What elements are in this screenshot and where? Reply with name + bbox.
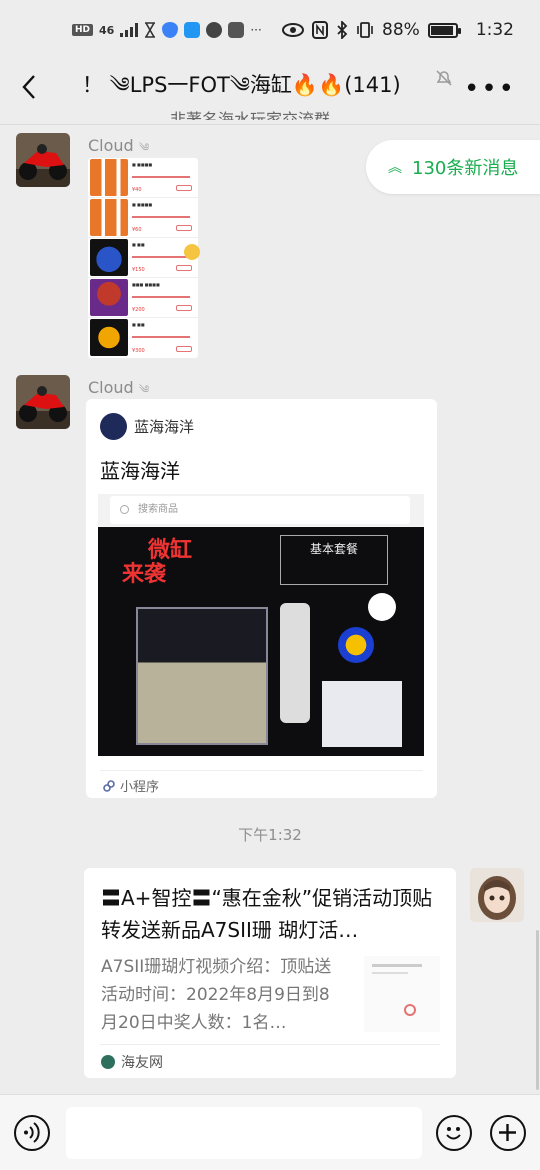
mini-program-source: 蓝海海洋	[134, 418, 195, 436]
mini-program-logo-icon	[100, 413, 127, 440]
more-notifications-icon: ···	[250, 23, 262, 37]
header-divider	[0, 124, 540, 125]
status-right: 88% 1:32	[282, 20, 514, 40]
mute-bell-icon	[436, 70, 452, 86]
back-arrow-icon[interactable]	[16, 70, 44, 104]
link-thumbnail	[364, 956, 440, 1032]
scrollbar[interactable]	[536, 930, 539, 1090]
clownfish-image	[90, 199, 128, 236]
my-avatar[interactable]	[470, 868, 524, 922]
group-notice[interactable]: 非著名海水玩家交流群	[170, 106, 380, 120]
mini-program-icon	[103, 779, 115, 792]
input-bar	[0, 1094, 540, 1170]
product-row: ■ ■■ ¥150	[88, 238, 198, 278]
search-input: 搜索商品	[110, 496, 410, 524]
voice-icon	[24, 1122, 40, 1143]
product-row: ■ ■■■■ ¥60	[88, 198, 198, 238]
compass-app-icon	[206, 22, 223, 38]
clock: 1:32	[475, 20, 514, 40]
eye-icon	[282, 23, 305, 37]
logo-badge	[368, 593, 396, 621]
more-options-icon[interactable]: •••	[464, 76, 516, 102]
link-title: 〓A+智控〓“惠在金秋”促销活动顶贴转发送新品A7SII珊 瑚灯活…	[101, 886, 433, 942]
avatar[interactable]	[16, 375, 70, 429]
emoji-button[interactable]	[436, 1115, 472, 1151]
wave-icon: ༄	[138, 383, 150, 396]
battery-icon	[427, 22, 461, 38]
promo-headline: 微缸 来袭	[122, 538, 193, 587]
signal-bars-icon	[120, 23, 139, 37]
motorcycle-avatar-icon	[16, 375, 70, 429]
smiley-icon	[446, 1127, 461, 1140]
shield-icon	[162, 22, 179, 38]
promo-image: 微缸 来袭 基本套餐	[98, 527, 424, 756]
product-row: ■ ■■■■ ¥40	[88, 158, 198, 198]
emoji-sticker-icon	[184, 244, 200, 260]
angelfish-image	[90, 319, 128, 356]
message-input[interactable]	[66, 1107, 422, 1159]
mini-program-card[interactable]: 蓝海海洋 蓝海海洋 搜索商品 微缸 来袭 基本套餐 小程序	[86, 399, 437, 798]
motorcycle-avatar-icon	[16, 133, 70, 187]
hd-indicator: HD	[72, 24, 94, 36]
avatar[interactable]	[16, 133, 70, 187]
cloud-app-icon	[184, 22, 201, 38]
bluetooth-icon	[337, 21, 348, 39]
doll-avatar-icon	[470, 868, 524, 922]
skimmer	[280, 603, 310, 723]
double-chevron-up-icon: ︽	[388, 160, 402, 176]
mini-program-preview: 搜索商品 微缸 来袭 基本套餐	[98, 494, 424, 756]
product-row: ■■■ ■■■■ ¥200	[88, 278, 198, 318]
voice-input-button[interactable]	[14, 1115, 50, 1151]
product-row: ■ ■■ ¥300	[88, 318, 198, 358]
hand-app-icon	[228, 22, 245, 38]
promo-panel: 基本套餐	[280, 535, 388, 585]
hourglass-icon	[145, 22, 156, 38]
link-message[interactable]: 〓A+智控〓“惠在金秋”促销活动顶贴转发送新品A7SII珊 瑚灯活… A7SII…	[84, 868, 456, 1078]
message-timestamp: 下午1:32	[238, 826, 302, 844]
vibrate-icon	[357, 22, 373, 38]
wave-icon: ༄	[138, 141, 150, 154]
salt-box	[322, 681, 402, 747]
new-messages-label: 130条新消息	[412, 158, 519, 179]
fish-figure	[338, 627, 374, 663]
source-logo-icon	[101, 1055, 115, 1069]
signal-indicator: 46	[99, 23, 115, 37]
mini-program-footer: 小程序	[102, 776, 159, 795]
nfc-icon	[312, 21, 329, 39]
more-actions-button[interactable]	[490, 1115, 526, 1151]
mini-program-title: 蓝海海洋	[100, 459, 180, 483]
chat-header: ！ ༄LPS一FOT༄海缸🔥🔥(141) ••• 非著名海水玩家交流群	[0, 52, 540, 124]
status-left: HD 46 ···	[72, 22, 262, 38]
coral-image	[90, 279, 128, 316]
link-source: 海友网	[101, 1052, 163, 1072]
battery-percent: 88%	[382, 20, 420, 40]
clownfish-image	[90, 159, 128, 196]
plus-icon	[499, 1124, 516, 1141]
aquarium-tank	[136, 607, 268, 745]
new-messages-button[interactable]: ︽ 130条新消息	[366, 140, 540, 194]
image-message[interactable]: ■ ■■■■ ¥40 ■ ■■■■ ¥60 ■ ■■ ¥150 ■■■ ■■■■…	[88, 158, 198, 358]
link-description: A7SII珊瑚灯视频介绍：顶贴送活动时间：2022年8月9日到8月20日中奖人数…	[101, 957, 332, 1033]
blue-tang-image	[90, 239, 128, 276]
